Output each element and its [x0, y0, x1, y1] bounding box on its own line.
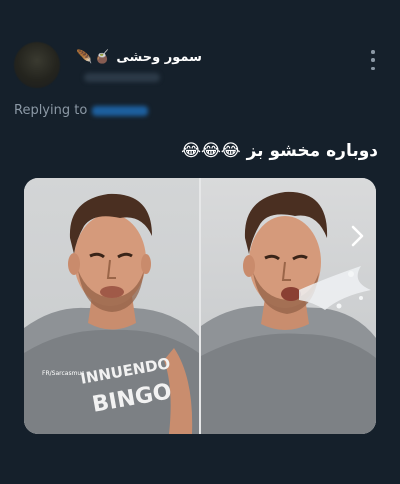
watermark: FR/Sarcasmus	[42, 370, 85, 377]
tweet-text: دوباره مخشو بز 😂😂😂	[181, 141, 378, 161]
man-spitting-illustration	[201, 191, 376, 434]
more-options-icon[interactable]	[366, 50, 380, 70]
chevron-right-icon	[351, 225, 364, 247]
mention-link-redacted[interactable]	[92, 105, 149, 116]
media-photo-left: FR/Sarcasmus INNUENDO BINGO	[24, 178, 199, 434]
media-photo-right	[201, 178, 376, 434]
tweet-card[interactable]: 🪶 🧉 سمور وحشی Replying to دوباره مخشو بز…	[0, 0, 400, 484]
mate-cup-emoji-icon: 🧉	[94, 49, 111, 65]
name-emojis: 🪶 🧉	[76, 50, 110, 65]
tweet-media[interactable]: FR/Sarcasmus INNUENDO BINGO	[24, 178, 376, 434]
author-name-row[interactable]: 🪶 🧉 سمور وحشی	[76, 46, 202, 68]
handle-redacted	[84, 73, 160, 82]
replying-to: Replying to	[14, 103, 149, 118]
feather-emoji-icon: 🪶	[76, 49, 93, 65]
replying-label: Replying to	[14, 103, 88, 118]
avatar[interactable]	[14, 42, 60, 88]
display-name[interactable]: سمور وحشی	[116, 50, 202, 65]
next-media-button[interactable]	[346, 224, 370, 248]
